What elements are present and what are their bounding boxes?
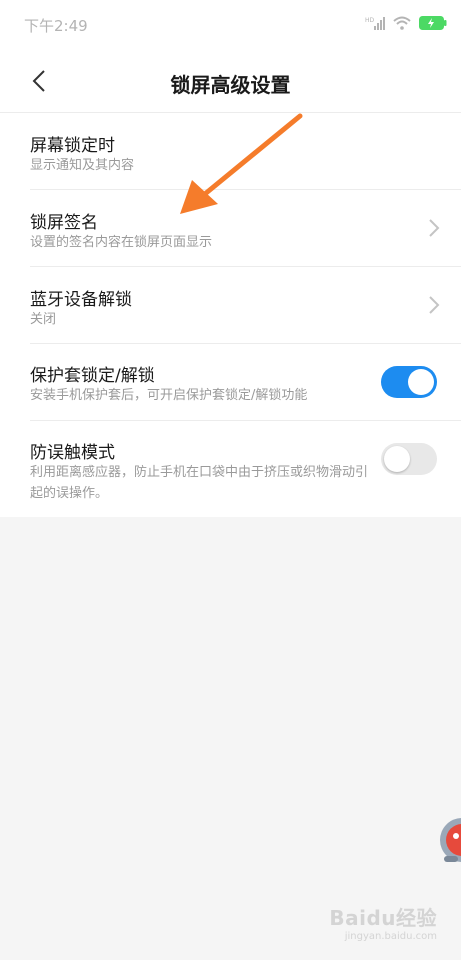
status-icons: HD: [365, 12, 447, 36]
watermark-logo: Baidu经验: [329, 906, 437, 930]
status-time: 下午2:49: [24, 17, 88, 35]
pocket-mode-toggle[interactable]: [381, 443, 437, 475]
wifi-icon: [393, 15, 411, 34]
setting-pocket-mode: 防误触模式 利用距离感应器，防止手机在口袋中由于挤压或织物滑动引起的误操作。: [30, 421, 461, 517]
setting-case-lock: 保护套锁定/解锁 安装手机保护套后，可开启保护套锁定/解锁功能: [30, 344, 461, 421]
baidu-watermark: Baidu经验 jingyan.baidu.com: [329, 902, 437, 942]
battery-icon: [419, 15, 447, 34]
chevron-right-icon: [429, 296, 440, 314]
setting-title: 锁屏签名: [30, 213, 98, 233]
setting-subtitle: 利用距离感应器，防止手机在口袋中由于挤压或织物滑动引起的误操作。: [30, 465, 369, 501]
signal-icon: HD: [365, 15, 385, 34]
watermark-url: jingyan.baidu.com: [344, 931, 437, 942]
svg-text:HD: HD: [365, 17, 375, 24]
setting-bluetooth-unlock[interactable]: 蓝牙设备解锁 关闭: [30, 267, 461, 344]
top-bar: 锁屏高级设置: [0, 50, 461, 112]
setting-title: 防误触模式: [30, 443, 115, 463]
setting-subtitle: 关闭: [30, 312, 57, 327]
setting-subtitle: 安装手机保护套后，可开启保护套锁定/解锁功能: [30, 388, 308, 403]
annotation-arrow-icon: [180, 113, 303, 214]
mascot-icon: [440, 818, 461, 862]
page-title: 锁屏高级设置: [170, 73, 291, 97]
setting-title: 屏幕锁定时: [30, 136, 115, 156]
setting-title: 蓝牙设备解锁: [30, 290, 132, 310]
setting-title: 保护套锁定/解锁: [30, 366, 155, 386]
setting-subtitle: 设置的签名内容在锁屏页面显示: [30, 235, 213, 250]
toggle-knob: [384, 446, 410, 472]
case-lock-toggle[interactable]: [381, 366, 437, 398]
status-bar: 下午2:49 HD: [0, 0, 461, 50]
chevron-right-icon: [429, 219, 440, 237]
toggle-knob: [408, 369, 434, 395]
